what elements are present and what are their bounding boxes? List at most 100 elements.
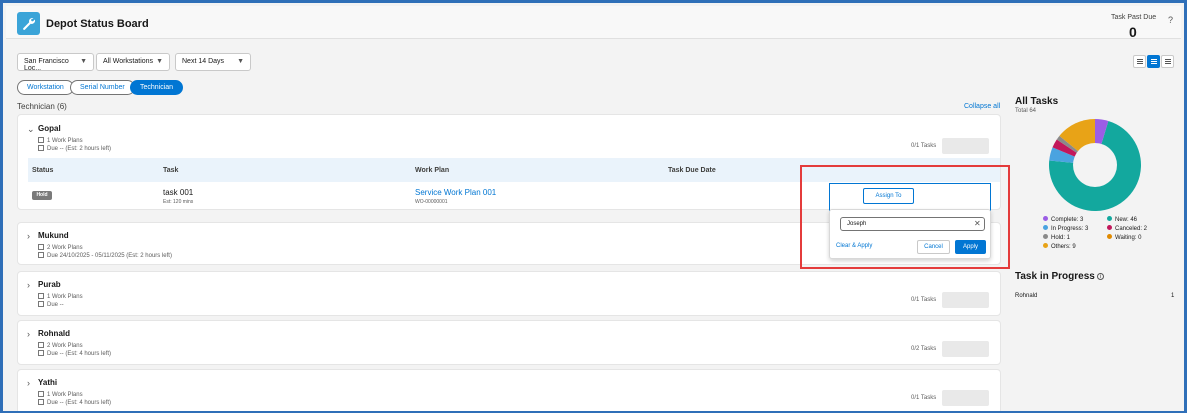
legend-hold: Hold: 1 <box>1043 234 1070 241</box>
column-status: Status <box>32 167 54 174</box>
technician-name: Mukund <box>38 231 69 240</box>
tasks-count: 0/1 Tasks <box>911 143 937 149</box>
workstation-select-value: All Workstations <box>103 58 154 65</box>
work-plans-count: 1 Work Plans <box>38 391 83 398</box>
legend-dot <box>1043 216 1048 221</box>
legend-in-progress: In Progress: 3 <box>1043 225 1088 232</box>
task-in-progress-text: Task in Progress <box>1015 271 1095 282</box>
legend-new: New: 46 <box>1107 216 1137 223</box>
progress-bar <box>942 138 989 154</box>
group-by-serial-number[interactable]: Serial Number <box>70 80 135 95</box>
legend-complete: Complete: 3 <box>1043 216 1083 223</box>
due-info: Due -- (Est: 4 hours left) <box>38 350 111 357</box>
location-select-value: San Francisco Loc... <box>24 58 69 72</box>
tasks-count: 0/1 Tasks <box>911 395 937 401</box>
legend-label: Waiting: 0 <box>1115 235 1142 241</box>
chevron-right-icon[interactable]: › <box>27 280 30 290</box>
chevron-down-icon: ▼ <box>80 58 87 65</box>
technician-name: Rohnald <box>38 329 70 338</box>
chevron-right-icon[interactable]: › <box>27 378 30 388</box>
due-text: Due -- <box>47 302 64 308</box>
chevron-right-icon[interactable]: › <box>27 329 30 339</box>
legend-dot <box>1043 243 1048 248</box>
calendar-icon <box>38 301 44 307</box>
calendar-icon <box>38 252 44 258</box>
info-icon[interactable]: i <box>1096 273 1104 280</box>
technician-card-rohnald: › Rohnald 2 Work Plans Due -- (Est: 4 ho… <box>17 320 1001 365</box>
calendar-icon <box>38 350 44 356</box>
work-plans-text: 1 Work Plans <box>47 138 83 144</box>
work-plans-text: 2 Work Plans <box>47 245 83 251</box>
copy-icon <box>38 391 44 397</box>
copy-icon <box>38 137 44 143</box>
all-tasks-title: All Tasks <box>1015 96 1059 107</box>
chevron-down-icon[interactable]: ⌄ <box>27 124 35 135</box>
due-info: Due -- <box>38 301 64 308</box>
task-estimate: Est: 120 mins <box>163 199 194 205</box>
list-view-button[interactable] <box>1133 55 1146 68</box>
work-plans-text: 1 Work Plans <box>47 392 83 398</box>
donut-hole <box>1073 143 1117 187</box>
calendar-icon <box>38 399 44 405</box>
work-plans-count: 2 Work Plans <box>38 244 83 251</box>
legend-label: Hold: 1 <box>1051 235 1071 241</box>
legend-dot <box>1107 225 1112 230</box>
chevron-down-icon: ▼ <box>237 58 244 65</box>
task-in-progress-title: Task in Progress i <box>1015 271 1104 282</box>
past-due-count: 0 <box>1129 24 1137 40</box>
column-task: Task <box>163 167 179 174</box>
legend-label: In Progress: 3 <box>1051 226 1089 232</box>
task-name: task 001 <box>163 188 194 197</box>
technician-name: Gopal <box>38 124 61 133</box>
app-window: Depot Status Board Task Past Due 0 ? San… <box>3 3 1184 411</box>
page-header: Depot Status Board Task Past Due 0 ? <box>6 6 1181 40</box>
chevron-right-icon[interactable]: › <box>27 231 30 241</box>
in-progress-count: 1 <box>1171 293 1175 299</box>
collapse-all-link[interactable]: Collapse all <box>964 103 1000 110</box>
work-plan-link[interactable]: Service Work Plan 001 <box>415 188 496 197</box>
legend-dot <box>1107 216 1112 221</box>
group-by-technician[interactable]: Technician <box>130 80 184 95</box>
tasks-count: 0/1 Tasks <box>911 297 937 303</box>
legend-label: Canceled: 2 <box>1115 226 1148 232</box>
due-info: Due 24/10/2025 - 05/11/2025 (Est: 2 hour… <box>38 252 172 259</box>
due-text: Due -- (Est: 2 hours left) <box>47 146 112 152</box>
workstation-select[interactable]: All Workstations ▼ <box>96 53 170 71</box>
legend-others: Others: 9 <box>1043 243 1076 250</box>
page-title: Depot Status Board <box>46 18 149 30</box>
board-icon <box>1151 59 1157 60</box>
date-range-select[interactable]: Next 14 Days ▼ <box>175 53 251 71</box>
work-plans-count: 2 Work Plans <box>38 342 83 349</box>
all-tasks-total: Total 64 <box>1015 108 1037 114</box>
work-plan-id: WO-00000001 <box>415 199 448 205</box>
date-range-select-value: Next 14 Days <box>182 58 225 65</box>
technician-card-yathi: › Yathi 1 Work Plans Due -- (Est: 4 hour… <box>17 369 1001 411</box>
legend-canceled: Canceled: 2 <box>1107 225 1147 232</box>
legend-dot <box>1043 225 1048 230</box>
legend-label: New: 46 <box>1115 217 1138 223</box>
tasks-count: 0/2 Tasks <box>911 346 937 352</box>
board-view-button[interactable] <box>1147 55 1160 68</box>
calendar-view-button[interactable] <box>1161 55 1174 68</box>
wrench-icon <box>17 12 40 35</box>
group-by-workstation[interactable]: Workstation <box>17 80 74 95</box>
due-info: Due -- (Est: 2 hours left) <box>38 145 111 152</box>
column-work-plan: Work Plan <box>415 167 450 174</box>
location-select[interactable]: San Francisco Loc... ▼ <box>17 53 94 72</box>
help-icon[interactable]: ? <box>1168 15 1173 25</box>
work-plans-text: 2 Work Plans <box>47 343 83 349</box>
group-heading: Technician (6) <box>17 102 67 111</box>
due-text: Due -- (Est: 4 hours left) <box>47 400 112 406</box>
work-plans-count: 1 Work Plans <box>38 137 83 144</box>
in-progress-technician: Rohnald <box>1015 293 1038 299</box>
due-info: Due -- (Est: 4 hours left) <box>38 399 111 406</box>
copy-icon <box>38 342 44 348</box>
column-due-date: Task Due Date <box>668 167 716 174</box>
all-tasks-donut-chart <box>1049 119 1141 211</box>
due-text: Due -- (Est: 4 hours left) <box>47 351 112 357</box>
list-icon <box>1137 59 1143 60</box>
copy-icon <box>38 293 44 299</box>
past-due-label: Task Past Due <box>1111 14 1157 21</box>
technician-name: Yathi <box>38 378 58 387</box>
status-badge: Hold <box>32 191 52 200</box>
